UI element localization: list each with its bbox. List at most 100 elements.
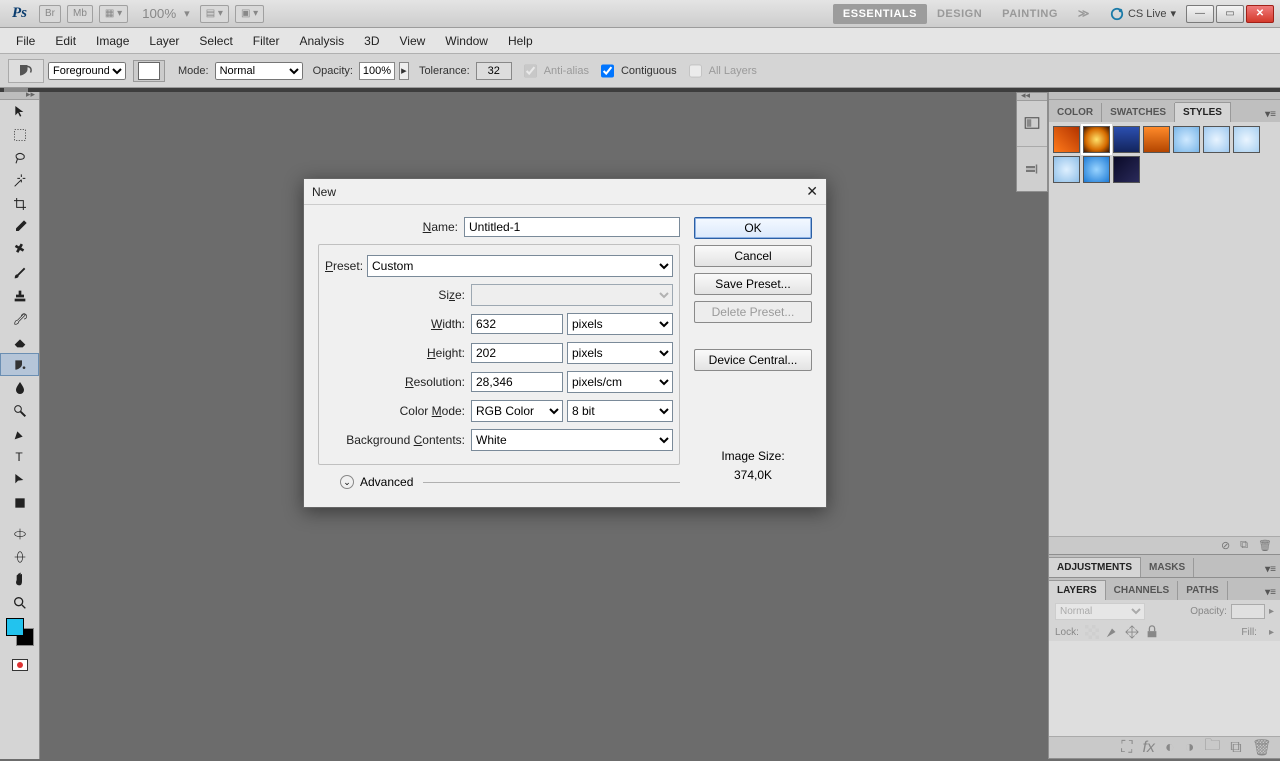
hand-tool[interactable] xyxy=(0,568,39,591)
lasso-tool[interactable] xyxy=(0,146,39,169)
healing-brush-tool[interactable] xyxy=(0,238,39,261)
style-swatch[interactable] xyxy=(1113,156,1140,183)
delete-style-icon[interactable]: 🗑 xyxy=(1258,539,1272,552)
collapsed-expand-handle[interactable] xyxy=(1017,93,1047,101)
tab-layers[interactable]: LAYERS xyxy=(1049,580,1106,600)
style-swatch[interactable] xyxy=(1173,126,1200,153)
color-swatches[interactable] xyxy=(0,618,39,650)
preset-select[interactable]: Custom xyxy=(367,255,673,277)
menu-help[interactable]: Help xyxy=(498,30,543,52)
new-layer-icon[interactable]: ⧉ xyxy=(1230,739,1241,757)
tab-adjustments[interactable]: ADJUSTMENTS xyxy=(1049,557,1141,577)
pen-tool[interactable] xyxy=(0,422,39,445)
history-panel-icon[interactable] xyxy=(1017,147,1047,192)
brush-tool[interactable] xyxy=(0,261,39,284)
contiguous-checkbox[interactable] xyxy=(601,62,614,80)
layer-mask-icon[interactable]: ◐ xyxy=(1165,739,1175,757)
layers-menu-icon[interactable]: ▾≡ xyxy=(1261,585,1280,600)
style-swatch[interactable] xyxy=(1203,126,1230,153)
style-swatch[interactable] xyxy=(1053,156,1080,183)
eyedropper-tool[interactable] xyxy=(0,215,39,238)
workspace-painting[interactable]: PAINTING xyxy=(992,4,1068,24)
tab-channels[interactable]: CHANNELS xyxy=(1106,581,1179,600)
height-input[interactable] xyxy=(471,343,563,363)
dodge-tool[interactable] xyxy=(0,399,39,422)
style-swatch[interactable] xyxy=(1233,126,1260,153)
tool-preset-button[interactable] xyxy=(8,59,44,83)
workspace-more[interactable]: ≫ xyxy=(1068,3,1100,24)
save-preset-button[interactable]: Save Preset... xyxy=(694,273,812,295)
tolerance-input[interactable] xyxy=(476,62,512,80)
marquee-tool[interactable] xyxy=(0,123,39,146)
opacity-flyout[interactable]: ▸ xyxy=(399,62,409,80)
bgcontents-select[interactable]: White xyxy=(471,429,673,451)
menu-edit[interactable]: Edit xyxy=(45,30,86,52)
quickmask-button[interactable] xyxy=(0,654,39,676)
tab-paths[interactable]: PATHS xyxy=(1178,581,1227,600)
no-style-icon[interactable]: ⊘ xyxy=(1221,539,1230,552)
crop-tool[interactable] xyxy=(0,192,39,215)
dialog-close-icon[interactable]: ✕ xyxy=(806,183,818,200)
group-icon[interactable]: 🗀 xyxy=(1204,734,1220,761)
menu-image[interactable]: Image xyxy=(86,30,139,52)
menu-3d[interactable]: 3D xyxy=(354,30,389,52)
shape-tool[interactable] xyxy=(0,491,39,514)
bridge-button[interactable]: Br xyxy=(39,5,61,23)
close-button[interactable]: ✕ xyxy=(1246,5,1274,23)
fill-source-select[interactable]: Foreground xyxy=(48,62,126,80)
menu-layer[interactable]: Layer xyxy=(139,30,189,52)
menu-window[interactable]: Window xyxy=(435,30,498,52)
colormode-select[interactable]: RGB Color xyxy=(471,400,563,422)
name-input[interactable] xyxy=(464,217,680,237)
tab-color[interactable]: COLOR xyxy=(1049,103,1102,122)
style-swatch[interactable] xyxy=(1113,126,1140,153)
type-tool[interactable]: T xyxy=(0,445,39,468)
3d-rotate-tool[interactable] xyxy=(0,522,39,545)
screen-mode-button[interactable]: ▦ ▾ xyxy=(99,5,128,23)
tab-styles[interactable]: STYLES xyxy=(1175,102,1231,122)
minimize-button[interactable]: — xyxy=(1186,5,1214,23)
cancel-button[interactable]: Cancel xyxy=(694,245,812,267)
screen-mode2-button[interactable]: ▣ ▾ xyxy=(235,5,264,23)
adjustment-layer-icon[interactable]: ◑ xyxy=(1185,739,1195,757)
style-swatch[interactable] xyxy=(1143,126,1170,153)
tab-masks[interactable]: MASKS xyxy=(1141,558,1194,577)
minibridge-panel-icon[interactable] xyxy=(1017,101,1047,147)
workspace-essentials[interactable]: ESSENTIALS xyxy=(833,4,927,24)
menu-analysis[interactable]: Analysis xyxy=(289,30,354,52)
3d-camera-tool[interactable] xyxy=(0,545,39,568)
style-swatch[interactable] xyxy=(1083,156,1110,183)
styles-menu-icon[interactable]: ▾≡ xyxy=(1261,107,1280,122)
blur-tool[interactable] xyxy=(0,376,39,399)
maximize-button[interactable]: ▭ xyxy=(1216,5,1244,23)
device-central-button[interactable]: Device Central... xyxy=(694,349,812,371)
width-unit-select[interactable]: pixels xyxy=(567,313,673,335)
height-unit-select[interactable]: pixels xyxy=(567,342,673,364)
resolution-input[interactable] xyxy=(471,372,563,392)
magic-wand-tool[interactable] xyxy=(0,169,39,192)
new-style-icon[interactable]: ⧉ xyxy=(1240,539,1248,552)
opacity-input[interactable] xyxy=(359,62,395,80)
link-layers-icon[interactable]: ⛶ xyxy=(1121,739,1132,757)
style-swatch[interactable] xyxy=(1053,126,1080,153)
paint-bucket-tool[interactable] xyxy=(0,353,39,376)
layer-fx-icon[interactable]: fx xyxy=(1142,739,1154,757)
adjustments-menu-icon[interactable]: ▾≡ xyxy=(1261,562,1280,577)
tab-swatches[interactable]: SWATCHES xyxy=(1102,103,1175,122)
move-tool[interactable] xyxy=(0,100,39,123)
menu-select[interactable]: Select xyxy=(189,30,242,52)
pattern-swatch[interactable] xyxy=(133,60,165,82)
ok-button[interactable]: OK xyxy=(694,217,812,239)
advanced-toggle[interactable]: ⌄ Advanced xyxy=(340,475,680,489)
menu-view[interactable]: View xyxy=(389,30,435,52)
dock-collapse-handle[interactable] xyxy=(1049,92,1280,100)
cslive-button[interactable]: CS Live ▾ xyxy=(1110,7,1176,21)
menu-filter[interactable]: Filter xyxy=(243,30,290,52)
minibridge-button[interactable]: Mb xyxy=(67,5,93,23)
history-brush-tool[interactable] xyxy=(0,307,39,330)
resolution-unit-select[interactable]: pixels/cm xyxy=(567,371,673,393)
style-swatch[interactable] xyxy=(1083,126,1110,153)
blend-mode-select[interactable]: Normal xyxy=(215,62,303,80)
zoom-input[interactable] xyxy=(134,6,184,21)
delete-layer-icon[interactable]: 🗑 xyxy=(1252,738,1272,758)
